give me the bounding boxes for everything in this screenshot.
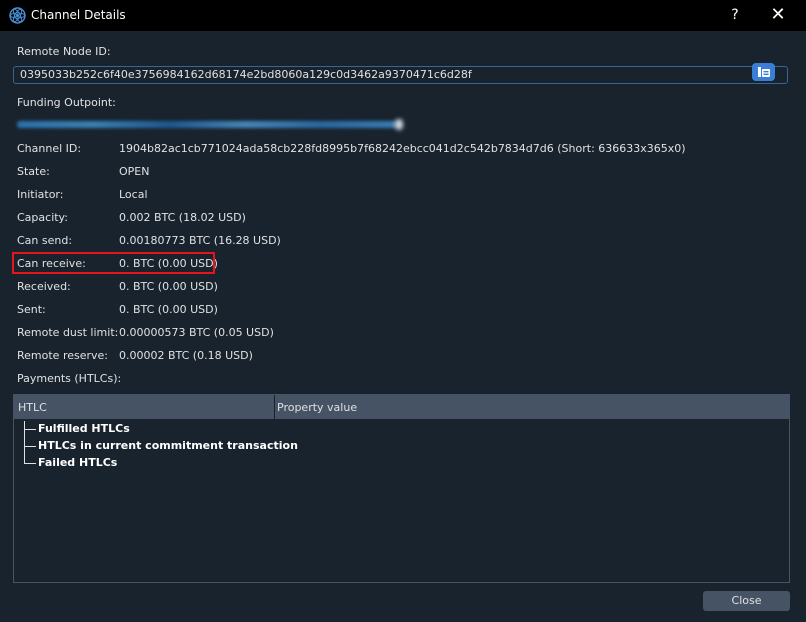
tree-item-in-commitment[interactable]: HTLCs in current commitment transaction <box>38 439 298 452</box>
tree-branch-line <box>24 446 36 447</box>
title-bar: Channel Details ? ✕ <box>0 0 806 31</box>
capacity-value: 0.002 BTC (18.02 USD) <box>119 211 246 224</box>
remote-node-id-field[interactable]: 0395033b252c6f40e3756984162d68174e2bd806… <box>13 66 788 84</box>
window-title: Channel Details <box>31 8 126 22</box>
channel-id-value: 1904b82ac1cb771024ada58cb228fd8995b7f682… <box>119 142 686 155</box>
redacted-outpoint <box>17 121 397 128</box>
redacted-outpoint-end <box>395 119 403 130</box>
sent-value: 0. BTC (0.00 USD) <box>119 303 218 316</box>
remote-dust-limit-label: Remote dust limit: <box>17 326 119 339</box>
htlc-tree[interactable]: HTLC Property value Fulfilled HTLCs HTLC… <box>13 394 790 583</box>
tree-header: HTLC Property value <box>14 395 789 419</box>
help-button[interactable]: ? <box>725 5 745 25</box>
column-header-htlc-text: HTLC <box>18 401 47 414</box>
tree-branch-line <box>24 421 25 464</box>
remote-reserve-value: 0.00002 BTC (0.18 USD) <box>119 349 253 362</box>
received-value: 0. BTC (0.00 USD) <box>119 280 218 293</box>
initiator-label: Initiator: <box>17 188 64 201</box>
payments-label: Payments (HTLCs): <box>17 372 122 385</box>
initiator-value: Local <box>119 188 148 201</box>
received-label: Received: <box>17 280 71 293</box>
state-label: State: <box>17 165 50 178</box>
tree-branch-line <box>24 463 36 464</box>
tree-item-failed[interactable]: Failed HTLCs <box>38 456 117 469</box>
capacity-label: Capacity: <box>17 211 68 224</box>
remote-node-id-label: Remote Node ID: <box>17 45 111 58</box>
state-value: OPEN <box>119 165 150 178</box>
copy-icon <box>758 67 770 77</box>
can-send-label: Can send: <box>17 234 73 247</box>
sent-label: Sent: <box>17 303 46 316</box>
column-header-htlc[interactable]: HTLC <box>14 395 275 419</box>
funding-outpoint-link[interactable] <box>17 119 403 131</box>
electrum-logo-icon <box>9 7 26 24</box>
column-header-property-value[interactable]: Property value <box>277 401 357 414</box>
remote-dust-limit-value: 0.00000573 BTC (0.05 USD) <box>119 326 274 339</box>
copy-button[interactable] <box>752 63 775 81</box>
can-send-value: 0.00180773 BTC (16.28 USD) <box>119 234 281 247</box>
close-button[interactable]: Close <box>703 591 790 611</box>
window-close-button[interactable]: ✕ <box>768 5 788 25</box>
tree-item-fulfilled[interactable]: Fulfilled HTLCs <box>38 422 130 435</box>
funding-outpoint-label: Funding Outpoint: <box>17 96 116 109</box>
remote-reserve-label: Remote reserve: <box>17 349 108 362</box>
channel-id-label: Channel ID: <box>17 142 82 155</box>
tree-branch-line <box>24 429 36 430</box>
can-receive-highlight <box>12 252 215 274</box>
